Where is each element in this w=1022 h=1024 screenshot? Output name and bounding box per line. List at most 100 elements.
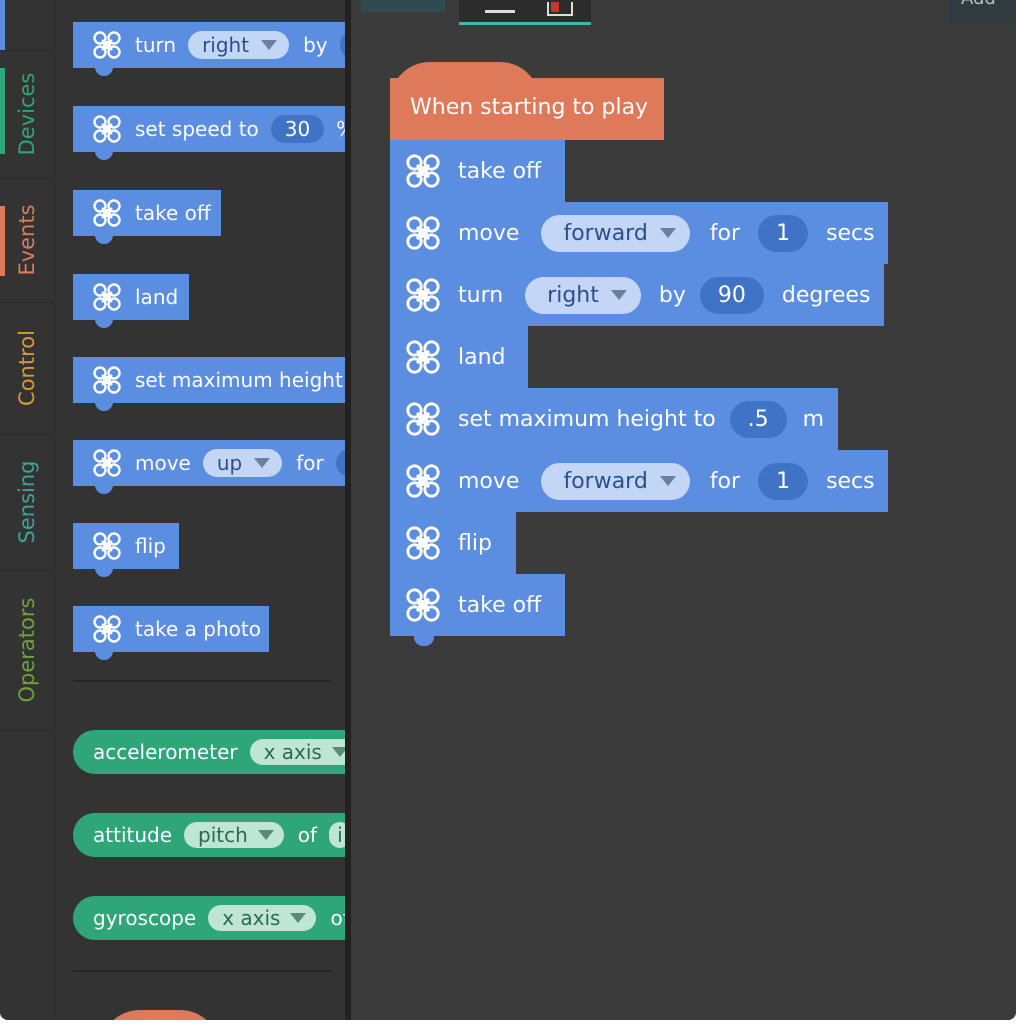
direction-dropdown[interactable]: up xyxy=(202,449,283,477)
set-max-height-label: set maximum height to xyxy=(458,406,716,432)
palette-take-photo-block[interactable]: take a photo xyxy=(73,606,269,660)
attitude-label: attitude xyxy=(93,823,173,847)
palette-events-hat-block[interactable] xyxy=(100,1010,220,1020)
move-label: move xyxy=(458,468,520,494)
accelerometer-label: accelerometer xyxy=(93,740,238,764)
script-move-block[interactable]: move forward for 1 secs xyxy=(390,202,888,264)
category-devices[interactable]: Devices xyxy=(0,50,54,179)
palette-set-speed-block[interactable]: set speed to 30 % xyxy=(73,106,345,160)
set-max-height-label: set maximum height to xyxy=(135,368,345,392)
attitude-value: pitch xyxy=(198,823,248,847)
script-set-max-height-block[interactable]: set maximum height to .5 m xyxy=(390,388,838,450)
palette-separator xyxy=(73,970,331,972)
add-device-button[interactable]: Add xyxy=(949,0,1016,24)
palette-land-block[interactable]: land xyxy=(73,274,189,328)
category-devices-marker xyxy=(0,68,5,154)
palette-set-max-height-block[interactable]: set maximum height to xyxy=(73,357,345,411)
when-starting-hat-block[interactable]: When starting to play xyxy=(390,62,664,140)
category-control[interactable]: Control xyxy=(0,302,54,435)
drone-icon xyxy=(93,366,121,394)
drone-icon xyxy=(406,278,440,312)
duration-input[interactable]: 1 xyxy=(758,462,809,500)
block-connector xyxy=(95,318,113,328)
script-land-block[interactable]: land xyxy=(390,326,528,388)
axis-value: x axis xyxy=(263,740,322,764)
take-photo-label: take a photo xyxy=(135,617,261,641)
direction-dropdown[interactable]: forward xyxy=(541,214,690,252)
axis-dropdown[interactable]: x axis xyxy=(249,739,345,765)
flip-label: flip xyxy=(135,534,166,558)
speed-input[interactable]: 30 xyxy=(270,115,325,143)
drone-icon xyxy=(93,532,121,560)
attitude-dropdown[interactable]: pitch xyxy=(184,822,284,848)
secs-label: secs xyxy=(826,220,875,246)
meters-label: m xyxy=(802,406,825,432)
category-sensing[interactable]: Sensing xyxy=(0,434,54,571)
category-operators-label: Operators xyxy=(15,597,39,703)
drone-icon xyxy=(93,615,121,643)
device-tab[interactable] xyxy=(459,0,591,25)
direction-dropdown[interactable]: right xyxy=(525,276,641,314)
category-motion[interactable] xyxy=(0,0,54,51)
direction-value: forward xyxy=(563,468,648,494)
palette-separator xyxy=(73,680,331,682)
duration-input[interactable]: 1 xyxy=(758,214,809,252)
height-input[interactable]: .5 xyxy=(729,400,787,438)
palette-accelerometer-block[interactable]: accelerometer x axis xyxy=(73,730,345,774)
palette-take-off-block[interactable]: take off xyxy=(73,190,221,244)
degrees-input[interactable]: 90 xyxy=(699,276,764,314)
take-off-label: take off xyxy=(135,201,211,225)
category-devices-label: Devices xyxy=(15,72,39,156)
hat-label: When starting to play xyxy=(410,95,649,120)
palette-turn-block[interactable]: turn right by 9 xyxy=(73,22,345,76)
set-speed-label: set speed to xyxy=(135,117,259,141)
block-connector xyxy=(95,66,113,76)
land-label: land xyxy=(135,285,179,309)
app-frame: Devices Events Control Sensing Operators… xyxy=(0,0,1016,1020)
turn-label: turn xyxy=(135,33,177,57)
device-dropdown[interactable]: i xyxy=(329,822,345,848)
direction-value: up xyxy=(216,451,243,475)
caret-down-icon xyxy=(659,476,676,486)
drone-icon xyxy=(93,283,121,311)
of-label: of xyxy=(297,823,318,847)
for-label: for xyxy=(709,220,741,246)
script-take-off-block[interactable]: take off xyxy=(390,140,565,202)
of-label: of xyxy=(330,906,345,930)
script-turn-block[interactable]: turn right by 90 degrees xyxy=(390,264,884,326)
category-motion-marker xyxy=(0,0,5,50)
category-events[interactable]: Events xyxy=(0,178,54,303)
script-flip-block[interactable]: flip xyxy=(390,512,516,574)
caret-down-icon xyxy=(254,458,271,468)
block-connector xyxy=(95,484,113,494)
direction-dropdown[interactable]: forward xyxy=(541,462,690,500)
category-events-label: Events xyxy=(15,204,39,276)
top-tab[interactable] xyxy=(361,0,445,12)
block-palette: turn right by 9 set speed to 30 % take o… xyxy=(55,0,345,1020)
palette-gyroscope-block[interactable]: gyroscope x axis of xyxy=(73,896,345,940)
caret-down-icon xyxy=(290,913,307,923)
category-operators[interactable]: Operators xyxy=(0,570,54,731)
drone-icon xyxy=(406,340,440,374)
land-label: land xyxy=(458,344,506,370)
secs-label: secs xyxy=(826,468,875,494)
gyroscope-label: gyroscope xyxy=(93,906,197,930)
caret-down-icon xyxy=(610,290,627,300)
drone-icon xyxy=(93,115,121,143)
degrees-label: degrees xyxy=(781,282,871,308)
block-connector xyxy=(95,567,113,577)
category-sensing-label: Sensing xyxy=(15,460,39,544)
axis-value: x axis xyxy=(222,906,281,930)
script-take-off-block-2[interactable]: take off xyxy=(390,574,565,646)
category-events-marker xyxy=(0,206,5,276)
script-move-block-2[interactable]: move forward for 1 secs xyxy=(390,450,888,512)
palette-move-block[interactable]: move up for 1 xyxy=(73,440,345,494)
by-label: by xyxy=(658,282,686,308)
axis-dropdown[interactable]: x axis xyxy=(208,905,317,931)
caret-down-icon xyxy=(257,830,274,840)
palette-attitude-block[interactable]: attitude pitch of i xyxy=(73,813,345,857)
direction-dropdown[interactable]: right xyxy=(188,31,290,59)
duration-input[interactable]: 1 xyxy=(335,449,345,477)
battery-icon xyxy=(547,2,573,16)
palette-flip-block[interactable]: flip xyxy=(73,523,179,577)
